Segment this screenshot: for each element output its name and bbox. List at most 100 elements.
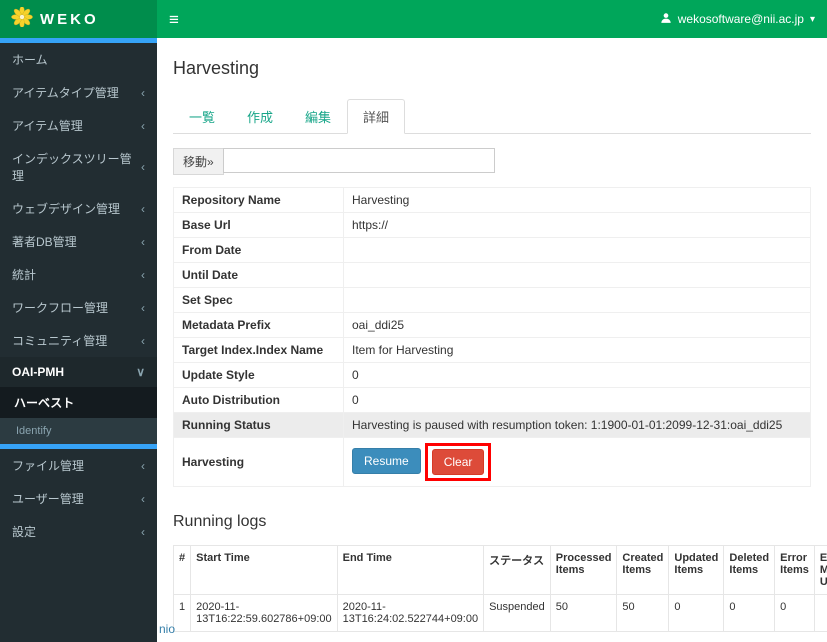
detail-label: Until Date bbox=[173, 262, 344, 288]
detail-label: Update Style bbox=[173, 362, 344, 388]
detail-value: 0 bbox=[343, 387, 811, 413]
table-row-running-status: Running Status Harvesting is paused with… bbox=[173, 412, 811, 438]
sidebar-item-item-type-admin[interactable]: アイテムタイプ管理 ‹ bbox=[0, 76, 157, 109]
logs-header-row: # Start Time End Time ステータス Processed It… bbox=[172, 545, 827, 595]
sidebar-item-oai-pmh[interactable]: OAI-PMH ∨ bbox=[0, 357, 157, 387]
footer-partial-link[interactable]: nio bbox=[159, 622, 175, 636]
log-number-link[interactable]: 1 bbox=[172, 594, 192, 632]
detail-label: Harvesting bbox=[173, 437, 344, 487]
chevron-left-icon: ‹ bbox=[141, 118, 145, 133]
sidebar-item-harvest[interactable]: ハーベスト bbox=[0, 387, 157, 418]
chevron-down-icon: ∨ bbox=[136, 365, 145, 379]
logs-col-header: Deleted Items bbox=[723, 545, 776, 595]
move-input[interactable] bbox=[222, 148, 495, 173]
detail-label: From Date bbox=[173, 237, 344, 263]
sidebar-item-file-admin[interactable]: ファイル管理 ‹ bbox=[0, 449, 157, 482]
caret-down-icon: ▾ bbox=[809, 13, 815, 25]
top-bar: WEKO ≡ wekosoftware@nii.ac.jp ▾ bbox=[0, 0, 827, 38]
running-logs-table: # Start Time End Time ステータス Processed It… bbox=[172, 545, 827, 632]
user-icon bbox=[660, 12, 672, 27]
sidebar: ホーム アイテムタイプ管理 ‹ アイテム管理 ‹ インデックスツリー管理 ‹ ウ… bbox=[0, 38, 157, 642]
detail-label: Metadata Prefix bbox=[173, 312, 344, 338]
logs-col-header: End Time bbox=[336, 545, 485, 595]
chevron-left-icon: ‹ bbox=[141, 333, 145, 348]
chevron-left-icon: ‹ bbox=[141, 160, 145, 174]
chevron-left-icon: ‹ bbox=[141, 458, 145, 473]
chevron-left-icon: ‹ bbox=[141, 234, 145, 249]
log-error-message bbox=[813, 594, 827, 632]
table-row-harvesting-actions: Harvesting Resume Clear bbox=[173, 437, 811, 487]
table-row: Base Url https:// bbox=[173, 212, 811, 238]
detail-value bbox=[343, 237, 811, 263]
clear-button[interactable]: Clear bbox=[431, 449, 485, 475]
tab-detail[interactable]: 詳細 bbox=[347, 99, 406, 134]
running-logs-title: Running logs bbox=[173, 513, 267, 530]
chevron-left-icon: ‹ bbox=[141, 491, 145, 506]
logs-col-header: Error Items bbox=[774, 545, 815, 595]
log-deleted-items: 0 bbox=[723, 594, 776, 632]
detail-value: Harvesting bbox=[343, 187, 811, 213]
sidebar-item-statistics[interactable]: 統計 ‹ bbox=[0, 258, 157, 291]
logs-col-header: Created Items bbox=[616, 545, 670, 595]
sidebar-item-author-db-admin[interactable]: 著者DB管理 ‹ bbox=[0, 225, 157, 258]
logs-col-header: # bbox=[172, 545, 192, 595]
sidebar-item-workflow-admin[interactable]: ワークフロー管理 ‹ bbox=[0, 291, 157, 324]
log-processed-items: 50 bbox=[549, 594, 618, 632]
move-control: 移動» bbox=[173, 148, 811, 175]
sidebar-item-settings[interactable]: 設定 ‹ bbox=[0, 515, 157, 548]
detail-label: Running Status bbox=[173, 412, 344, 438]
sidebar-item-user-admin[interactable]: ユーザー管理 ‹ bbox=[0, 482, 157, 515]
sidebar-item-identify[interactable]: Identify bbox=[0, 418, 157, 444]
tab-bar: 一覧 作成 編集 詳細 bbox=[173, 99, 811, 134]
detail-label: Target Index.Index Name bbox=[173, 337, 344, 363]
detail-label: Set Spec bbox=[173, 287, 344, 313]
sidebar-item-community-admin[interactable]: コミュニティ管理 ‹ bbox=[0, 324, 157, 357]
log-status: Suspended bbox=[483, 594, 551, 632]
table-row: Repository Name Harvesting bbox=[173, 187, 811, 213]
tab-edit[interactable]: 編集 bbox=[289, 99, 347, 134]
sidebar-item-home[interactable]: ホーム bbox=[0, 43, 157, 76]
detail-value bbox=[343, 262, 811, 288]
table-row: Until Date bbox=[173, 262, 811, 288]
logo-text: WEKO bbox=[40, 10, 99, 28]
table-row: Auto Distribution 0 bbox=[173, 387, 811, 413]
sidebar-item-index-tree-admin[interactable]: インデックスツリー管理 ‹ bbox=[0, 142, 157, 192]
resume-button[interactable]: Resume bbox=[352, 448, 421, 475]
sidebar-item-web-design-admin[interactable]: ウェブデザイン管理 ‹ bbox=[0, 192, 157, 225]
detail-value bbox=[343, 287, 811, 313]
table-row: Set Spec bbox=[173, 287, 811, 313]
move-button[interactable]: 移動» bbox=[173, 148, 224, 175]
page-title: Harvesting bbox=[173, 58, 260, 78]
user-menu[interactable]: wekosoftware@nii.ac.jp ▾ bbox=[660, 12, 815, 27]
weko-logo[interactable]: WEKO bbox=[0, 0, 157, 38]
logs-col-header: ステータス bbox=[483, 545, 551, 595]
navbar: ≡ wekosoftware@nii.ac.jp ▾ bbox=[157, 0, 827, 38]
detail-value: oai_ddi25 bbox=[343, 312, 811, 338]
annotation-highlight-box: Clear bbox=[424, 443, 492, 481]
log-error-items: 0 bbox=[774, 594, 815, 632]
harvesting-actions-cell: Resume Clear bbox=[343, 437, 811, 487]
detail-label: Base Url bbox=[173, 212, 344, 238]
chevron-left-icon: ‹ bbox=[141, 267, 145, 282]
tab-list[interactable]: 一覧 bbox=[173, 99, 231, 134]
tab-create[interactable]: 作成 bbox=[231, 99, 289, 134]
table-row: Metadata Prefix oai_ddi25 bbox=[173, 312, 811, 338]
detail-label: Auto Distribution bbox=[173, 387, 344, 413]
weko-flower-icon bbox=[10, 6, 34, 31]
log-end-time: 2020-11-13T16:24:02.522744+09:00 bbox=[336, 594, 485, 632]
logs-row: 1 2020-11-13T16:22:59.602786+09:00 2020-… bbox=[172, 594, 827, 632]
table-row: Target Index.Index Name Item for Harvest… bbox=[173, 337, 811, 363]
user-email: wekosoftware@nii.ac.jp bbox=[677, 12, 804, 26]
main-content: Harvesting 一覧 作成 編集 詳細 移動» Repository Na… bbox=[157, 38, 827, 642]
sidebar-toggle-icon[interactable]: ≡ bbox=[169, 11, 179, 28]
logs-col-header: Processed Items bbox=[549, 545, 618, 595]
log-created-items: 50 bbox=[616, 594, 670, 632]
sidebar-item-item-admin[interactable]: アイテム管理 ‹ bbox=[0, 109, 157, 142]
logs-col-header: Updated Items bbox=[668, 545, 725, 595]
oai-pmh-submenu: ハーベスト Identify bbox=[0, 387, 157, 444]
detail-label: Repository Name bbox=[173, 187, 344, 213]
detail-value: Item for Harvesting bbox=[343, 337, 811, 363]
detail-value: https:// bbox=[343, 212, 811, 238]
chevron-left-icon: ‹ bbox=[141, 300, 145, 315]
logs-col-header: Error Message, Url bbox=[813, 545, 827, 595]
